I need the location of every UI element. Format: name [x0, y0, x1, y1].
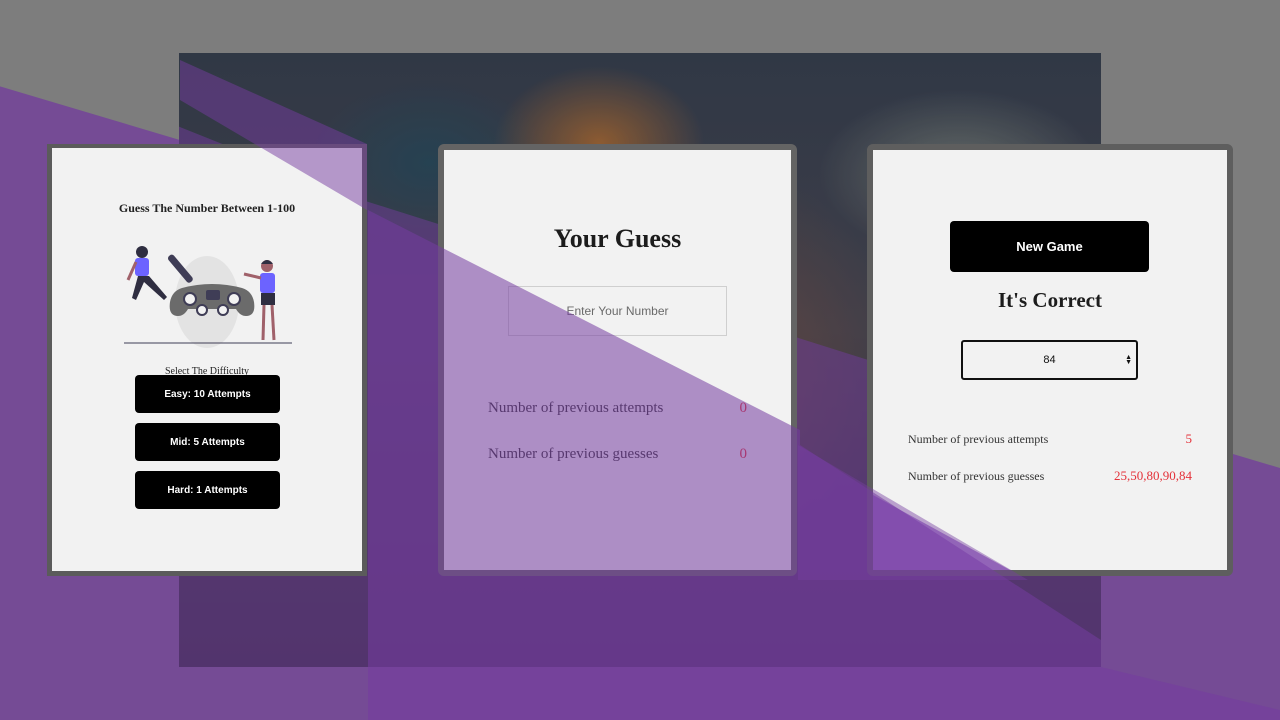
woman-legs [132, 276, 167, 300]
result-guesses-value: 25,50,80,90,84 [1114, 468, 1192, 483]
woman-head [136, 246, 148, 258]
gamepad-button-a [196, 304, 208, 316]
difficulty-panel: Guess The Number Between 1-100 Select Th… [47, 144, 367, 576]
man-leg-left [261, 304, 266, 341]
easy-difficulty-button[interactable]: Easy: 10 Attempts [135, 375, 280, 413]
attempts-label: Number of previous attempts [488, 400, 664, 416]
result-attempts-value: 5 [1185, 431, 1193, 446]
gamepad-center [206, 290, 220, 300]
man-arm [243, 272, 262, 280]
guesses-value: 0 [739, 446, 748, 462]
woman-arm [126, 261, 138, 281]
man-body [260, 273, 275, 293]
guess-panel: Your Guess Number of previous attempts 0… [438, 144, 797, 576]
gamepad-stick-right [227, 292, 241, 306]
number-stepper-value: 84 [1043, 354, 1056, 366]
guess-title: Your Guess [553, 224, 682, 253]
game-title: Guess The Number Between 1-100 [118, 201, 296, 215]
woman-body [135, 258, 149, 276]
hard-difficulty-button[interactable]: Hard: 1 Attempts [135, 471, 280, 509]
result-guesses-label: Number of previous guesses [908, 468, 1045, 483]
result-attempts-label: Number of previous attempts [908, 431, 1049, 446]
mid-difficulty-button[interactable]: Mid: 5 Attempts [135, 423, 280, 461]
guesses-row: Number of previous guesses 0 [488, 446, 747, 463]
attempts-value: 0 [739, 400, 748, 416]
man-leg-right [270, 304, 276, 341]
result-panel: New Game It's Correct 84 ▲ ▼ Number of p… [867, 144, 1233, 576]
gamers-illustration [124, 246, 292, 348]
man-shorts [261, 293, 275, 305]
result-guesses-row: Number of previous guesses 25,50,80,90,8… [908, 468, 1192, 484]
number-stepper[interactable]: 84 ▲ ▼ [961, 340, 1138, 380]
attempts-row: Number of previous attempts 0 [488, 400, 747, 417]
guess-input[interactable] [508, 286, 727, 336]
new-game-button[interactable]: New Game [950, 221, 1149, 272]
gamepad-button-b [217, 304, 229, 316]
spinner-arrows-icon[interactable]: ▲ ▼ [1125, 354, 1132, 366]
result-title: It's Correct [998, 288, 1102, 312]
guesses-label: Number of previous guesses [488, 446, 659, 462]
result-attempts-row: Number of previous attempts 5 [908, 431, 1192, 447]
gamepad-stick-left [183, 292, 197, 306]
spinner-down-icon[interactable]: ▼ [1125, 359, 1132, 366]
man-hair [261, 260, 273, 264]
